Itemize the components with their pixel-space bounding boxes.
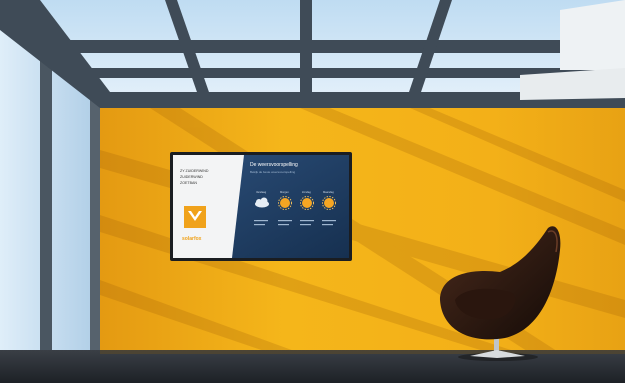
day-label: Vandaag	[256, 190, 267, 194]
logo-text: solarfox	[182, 236, 202, 242]
day-label: Morgen	[280, 190, 289, 194]
sun-icon	[324, 198, 334, 208]
window-mullion	[90, 86, 100, 357]
ceiling-panel	[560, 0, 625, 70]
forecast-title: De weersvoorspelling	[250, 162, 298, 168]
day-label: Zondag	[302, 190, 311, 194]
screen-line-2: ZUIDERWIND	[180, 175, 203, 179]
floor-reflection	[100, 350, 625, 354]
screen-line-3: ZOETBAN	[180, 181, 197, 185]
day-label: Maandag	[323, 190, 334, 194]
display-screen: ZY ZUIDERWIND ZUIDERWIND ZOETBAN solarfo…	[170, 152, 352, 261]
showroom-illustration: ZY ZUIDERWIND ZUIDERWIND ZOETBAN solarfo…	[0, 0, 625, 383]
window-mullion	[40, 40, 52, 356]
sun-icon	[280, 198, 290, 208]
scene: ZY ZUIDERWIND ZUIDERWIND ZOETBAN solarfo…	[0, 0, 625, 383]
forecast-subtitle: Bekijk de beste weersvoorspelling	[250, 170, 296, 174]
sun-icon	[302, 198, 312, 208]
screen-line-1: ZY ZUIDERWIND	[180, 169, 209, 173]
